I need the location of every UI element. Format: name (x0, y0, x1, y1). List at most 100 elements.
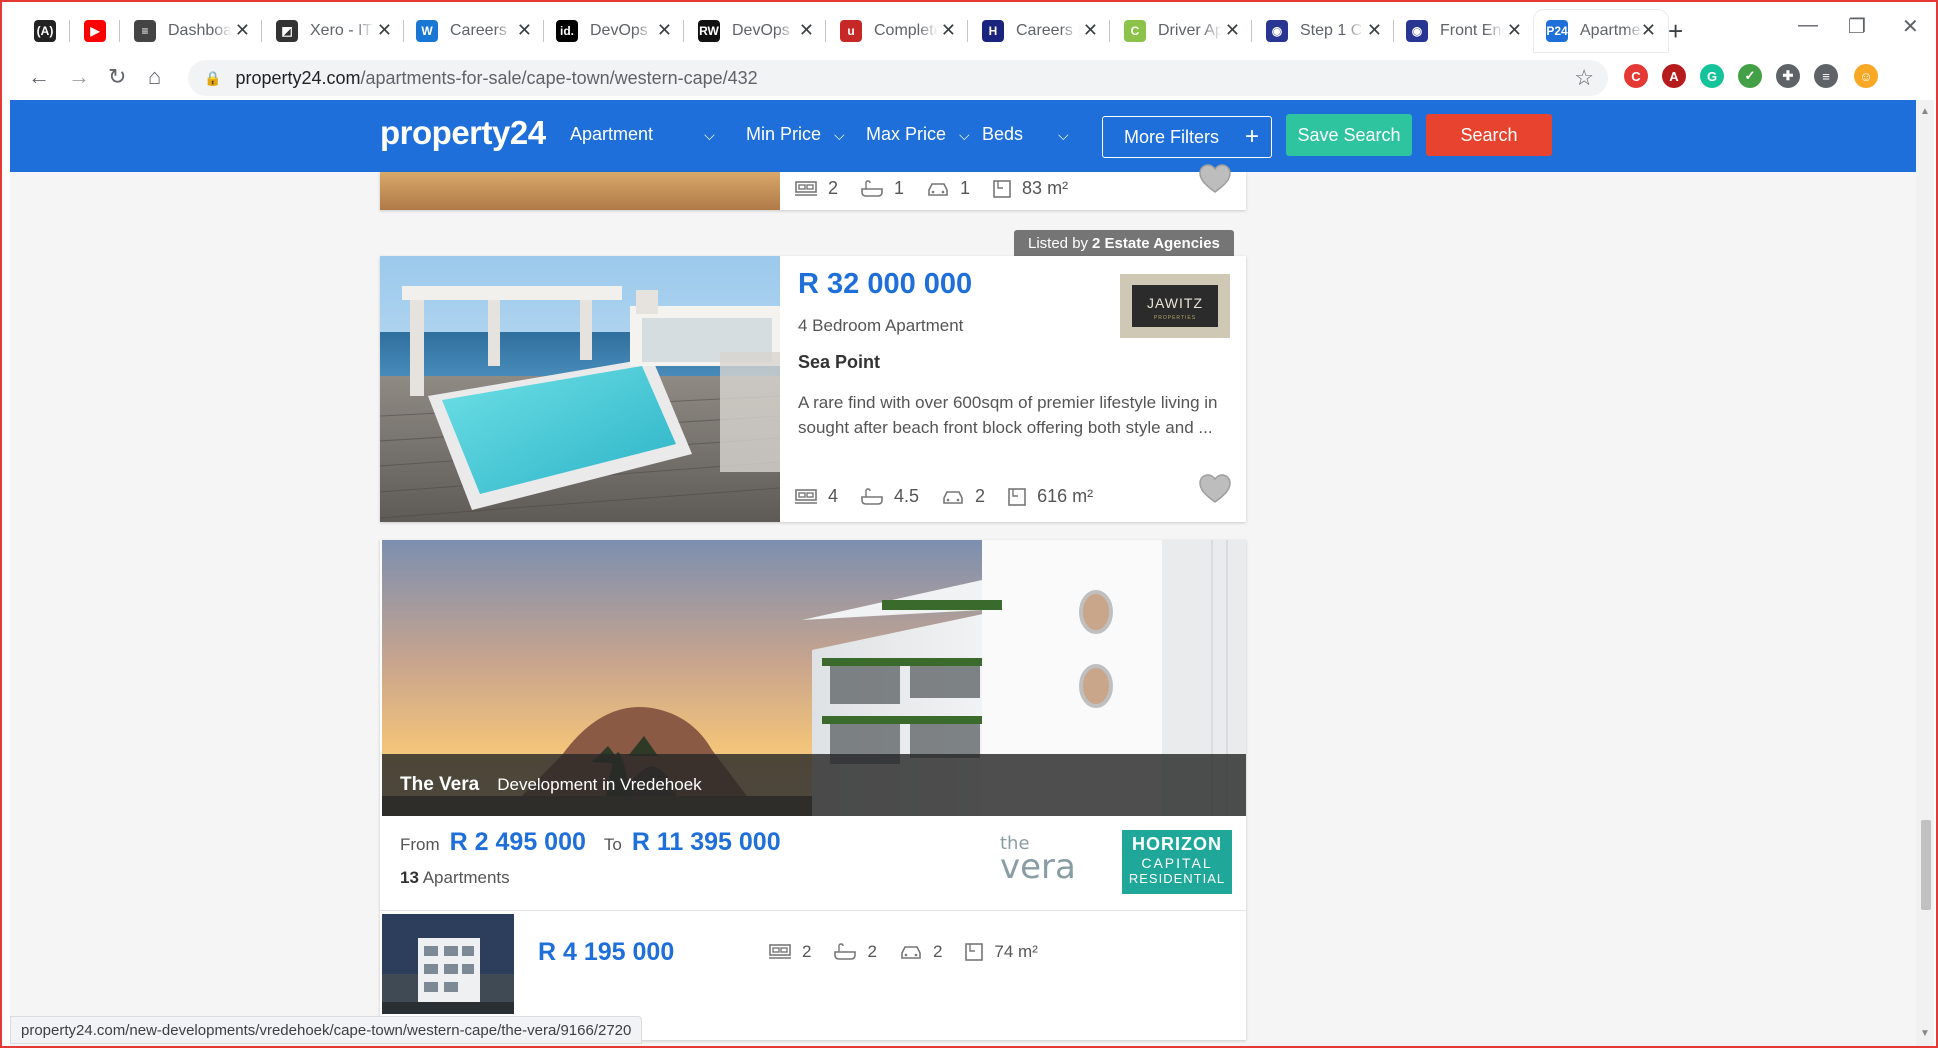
scroll-down-icon[interactable]: ▼ (1920, 1028, 1930, 1039)
car-icon (943, 490, 963, 504)
close-tab-icon[interactable]: ✕ (799, 20, 814, 41)
save-search-button[interactable]: Save Search (1286, 114, 1412, 156)
close-tab-icon[interactable]: ✕ (1641, 20, 1656, 41)
favicon-icon: u (840, 20, 862, 42)
beds-label: Beds (982, 124, 1024, 144)
unit-stats: 2 2 2 74 m² (768, 942, 1060, 962)
extension-red[interactable]: C (1624, 64, 1648, 88)
browser-tab[interactable]: ≡ Dashboard✕ (122, 10, 262, 52)
page-scrollbar[interactable]: ▲ ▼ (1916, 100, 1934, 1046)
favicon-icon: H (982, 20, 1004, 42)
close-tab-icon[interactable]: ✕ (377, 20, 392, 41)
development-name[interactable]: The Vera (400, 774, 479, 796)
restore-icon[interactable]: ❐ (1848, 14, 1866, 39)
close-tab-icon[interactable]: ✕ (1083, 20, 1098, 41)
minimize-icon[interactable]: — (1798, 14, 1818, 37)
close-tab-icon[interactable]: ✕ (517, 20, 532, 41)
bookmark-star-icon[interactable]: ☆ (1574, 65, 1594, 91)
listing-price[interactable]: R 32 000 000 (798, 268, 972, 301)
browser-tab[interactable]: ▶ (72, 10, 120, 52)
chevron-down-icon: ⌵ (959, 127, 970, 143)
favicon-icon: id. (556, 20, 578, 42)
chevron-down-icon: ⌵ (1058, 127, 1069, 143)
max-price-label: Max Price (866, 124, 947, 144)
unit-price[interactable]: R 4 195 000 (538, 938, 674, 967)
price-range: From R 2 495 000 To R 11 395 000 (400, 828, 799, 857)
chevron-down-icon: ⌵ (704, 127, 715, 143)
extension-green[interactable]: ✓ (1738, 64, 1762, 88)
forward-icon[interactable]: → (68, 64, 90, 90)
browser-tab[interactable]: u Complete ✕ (828, 10, 968, 52)
development-logo[interactable]: the vera (1000, 834, 1076, 884)
favicon-icon: W (416, 20, 438, 42)
development-card-the-vera[interactable]: The Vera Development in Vredehoek From R… (380, 540, 1246, 1040)
home-icon[interactable]: ⌂ (148, 64, 161, 90)
bath-icon (861, 487, 883, 505)
favicon-icon: ≡ (134, 20, 156, 42)
close-tab-icon[interactable]: ✕ (1507, 20, 1522, 41)
listing-photo[interactable] (380, 172, 780, 210)
browser-tab[interactable]: ◉ Front End ✕ (1394, 10, 1534, 52)
close-tab-icon[interactable]: ✕ (657, 20, 672, 41)
close-window-icon[interactable]: ✕ (1902, 14, 1919, 39)
back-icon[interactable]: ← (28, 64, 50, 90)
puzzle-icon[interactable]: ✚ (1776, 64, 1800, 88)
listing-card-partial[interactable]: 2 1 1 83 m² (380, 164, 1246, 210)
tab-title: Careers | (1016, 22, 1080, 39)
browser-tab[interactable]: H Careers | ✕ (970, 10, 1110, 52)
lock-icon[interactable]: 🔒 (204, 70, 221, 87)
bathrooms-stat: 1 (860, 178, 904, 199)
favourite-heart-icon[interactable] (1198, 474, 1232, 504)
car-icon (928, 182, 948, 196)
unit-count: 13 Apartments (400, 868, 510, 888)
browser-tab[interactable]: ◉ Step 1 Cl ✕ (1254, 10, 1394, 52)
favicon-icon: RW (698, 20, 720, 42)
development-hero-image[interactable]: The Vera Development in Vredehoek (382, 540, 1246, 816)
more-filters-button[interactable]: More Filters + (1102, 116, 1272, 158)
beds-dropdown[interactable]: Beds ⌵ (982, 124, 1069, 145)
parking-stat: 2 (899, 942, 942, 962)
scrollbar-thumb[interactable] (1921, 820, 1931, 910)
browser-tab[interactable]: id. DevOps ✕ (544, 10, 684, 52)
bedrooms-stat: 2 (768, 942, 811, 962)
reload-icon[interactable]: ↻ (108, 64, 126, 90)
extension-pdf[interactable]: A (1662, 64, 1686, 88)
browser-tab[interactable]: ◩ Xero - IT ✕ (264, 10, 404, 52)
floor-size-value: 616 m² (1037, 486, 1094, 506)
new-tab-button[interactable]: + (1668, 16, 1683, 47)
browser-tab[interactable]: W Careers at✕ (404, 10, 544, 52)
floor-size-stat: 83 m² (992, 178, 1068, 199)
profile-avatar[interactable]: ☺ (1854, 64, 1878, 88)
address-bar[interactable]: 🔒 property24.com /apartments-for-sale/ca… (188, 60, 1608, 96)
plus-icon: + (1244, 123, 1259, 150)
property-type-dropdown[interactable]: Apartment ⌵ (570, 124, 715, 145)
browser-tab[interactable]: P24 Apartme ✕ (1534, 10, 1668, 52)
bedrooms-value: 2 (828, 178, 839, 198)
browser-tab[interactable]: (A) (22, 10, 70, 52)
favicon-icon: C (1124, 20, 1146, 42)
min-price-dropdown[interactable]: Min Price ⌵ (746, 124, 845, 145)
browser-tab[interactable]: C Driver App✕ (1112, 10, 1252, 52)
developer-logo[interactable]: HORIZON CAPITAL RESIDENTIAL (1122, 830, 1232, 894)
bed-icon (795, 180, 817, 196)
close-tab-icon[interactable]: ✕ (235, 20, 250, 41)
site-logo[interactable]: property24 (380, 114, 546, 152)
close-tab-icon[interactable]: ✕ (1225, 20, 1240, 41)
search-button[interactable]: Search (1426, 114, 1552, 156)
bath-icon (834, 943, 857, 960)
close-tab-icon[interactable]: ✕ (1367, 20, 1382, 41)
close-tab-icon[interactable]: ✕ (941, 20, 956, 41)
tab-title: Driver App (1158, 22, 1222, 39)
favourite-heart-icon[interactable] (1198, 164, 1232, 194)
max-price-dropdown[interactable]: Max Price ⌵ (866, 124, 970, 145)
bedrooms-stat: 4 (794, 486, 838, 507)
extension-grammarly[interactable]: G (1700, 64, 1724, 88)
browser-tab[interactable]: RW DevOps ✕ (686, 10, 826, 52)
reading-list-icon[interactable]: ≡ (1814, 64, 1838, 88)
agency-logo[interactable]: JAWITZ PROPERTIES (1120, 274, 1230, 338)
unit-photo[interactable] (382, 914, 514, 1014)
scroll-up-icon[interactable]: ▲ (1920, 106, 1930, 117)
listing-photo[interactable] (380, 256, 780, 522)
listing-card-sea-point[interactable]: R 32 000 000 4 Bedroom Apartment Sea Poi… (380, 256, 1246, 522)
parking-value: 2 (975, 486, 986, 506)
